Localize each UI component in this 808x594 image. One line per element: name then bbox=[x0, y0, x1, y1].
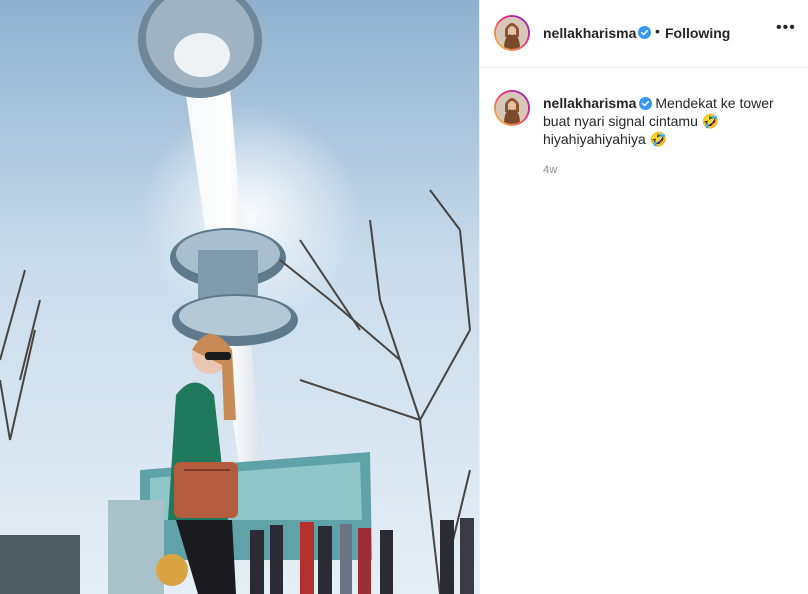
post-side-panel: nellakharisma • Following ••• nellakhari… bbox=[479, 0, 808, 594]
avatar-image bbox=[496, 92, 528, 124]
post-photo[interactable] bbox=[0, 0, 479, 594]
caption-author-username[interactable]: nellakharisma bbox=[543, 95, 636, 111]
separator-dot: • bbox=[655, 23, 660, 39]
author-username[interactable]: nellakharisma bbox=[543, 25, 636, 41]
post-caption: nellakharisma Mendekat ke tower buat nyar… bbox=[543, 94, 783, 148]
post-header: nellakharisma • Following ••• bbox=[480, 0, 808, 68]
verified-badge-icon bbox=[638, 26, 651, 39]
post-age[interactable]: 4w bbox=[543, 164, 557, 176]
avatar-image bbox=[496, 17, 528, 49]
caption-author-avatar[interactable] bbox=[494, 90, 530, 126]
author-avatar[interactable] bbox=[494, 15, 530, 51]
verified-badge-icon bbox=[639, 97, 653, 110]
more-options-icon[interactable]: ••• bbox=[776, 19, 796, 37]
following-button[interactable]: Following bbox=[665, 25, 730, 41]
